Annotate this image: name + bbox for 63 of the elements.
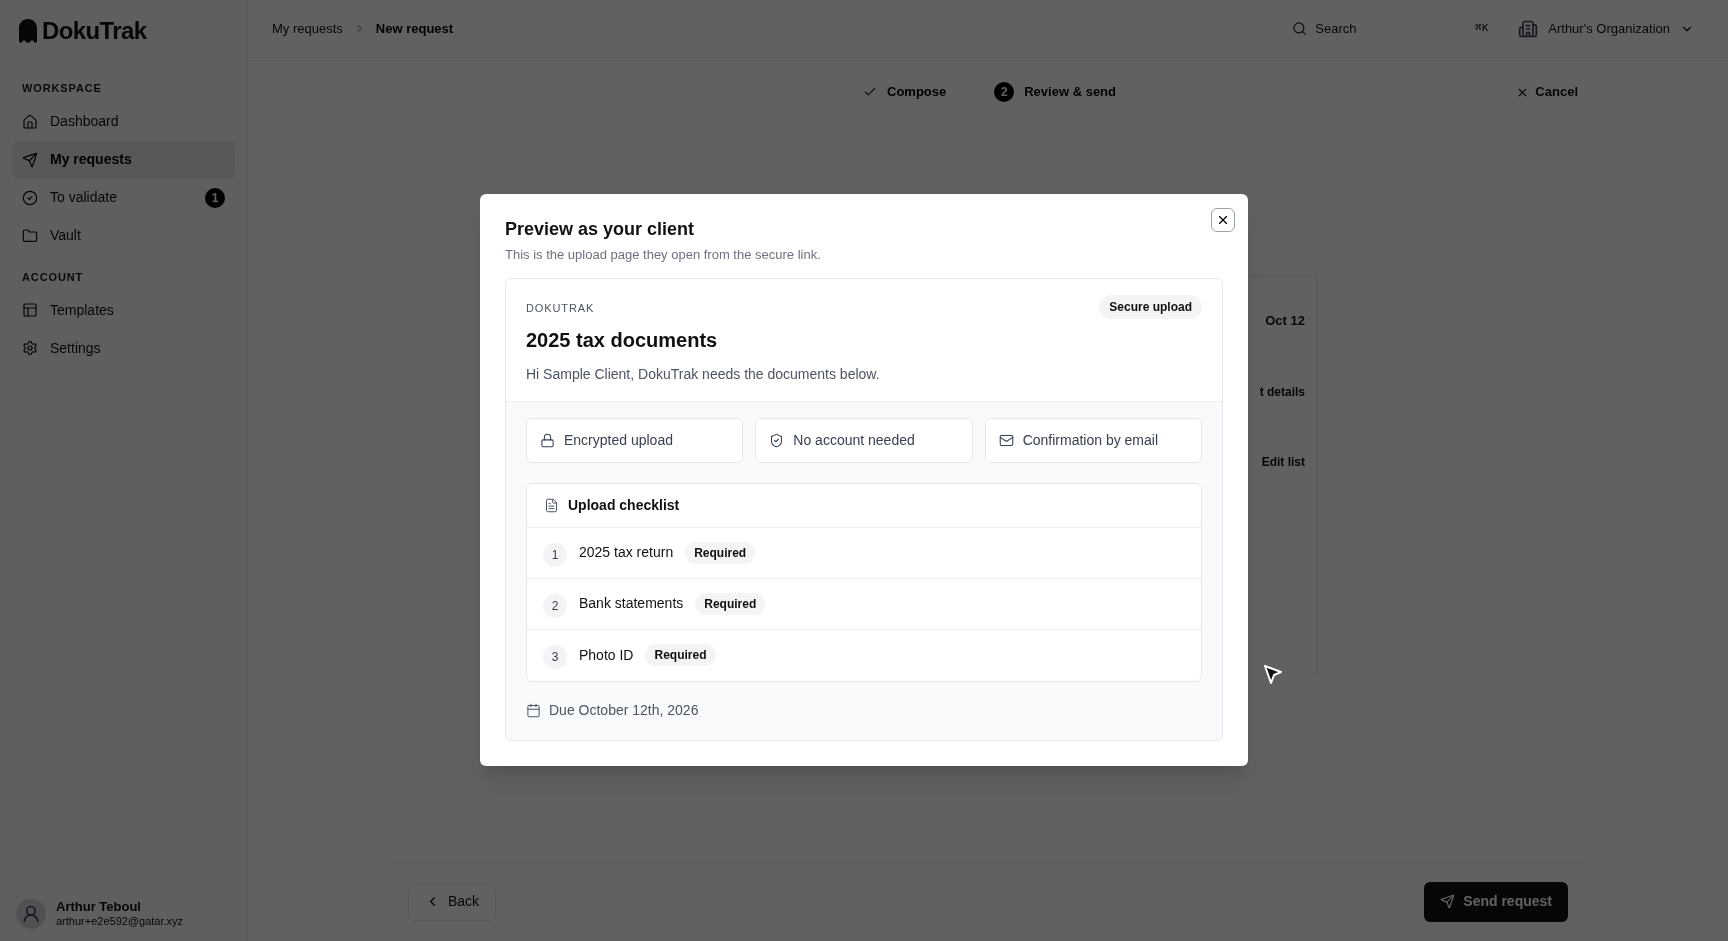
logo-icon xyxy=(18,18,38,44)
nav-item[interactable]: Settings xyxy=(12,329,235,367)
dialog-subtitle: This is the upload page they open from the secure link. xyxy=(505,246,822,264)
send-icon xyxy=(22,151,38,168)
logo-text: DokuTrak xyxy=(42,16,147,46)
document-name: 2025 tax return xyxy=(579,543,674,562)
folder-icon xyxy=(22,227,38,244)
checklist-title: Upload checklist xyxy=(568,495,680,515)
shield-icon xyxy=(769,432,785,448)
organization-switcher[interactable]: Arthur's Organization xyxy=(1518,18,1704,39)
cursor-icon xyxy=(1262,663,1284,687)
item-number: 3 xyxy=(543,645,567,669)
nav-item[interactable]: My requests xyxy=(12,140,235,179)
step-label[interactable]: Review & send xyxy=(1024,82,1116,102)
nav-item[interactable]: To validate 1 xyxy=(12,178,235,217)
card-text: Oct 12 xyxy=(1265,312,1305,330)
section-heading: ACCOUNT xyxy=(21,269,85,285)
step-number: 2 xyxy=(994,82,1015,102)
calendar-icon xyxy=(526,702,541,718)
user-email: arthur+e2e592@gatar.xyz xyxy=(56,915,184,929)
check-circle-icon xyxy=(22,189,38,206)
item-number: 2 xyxy=(543,593,567,618)
breadcrumb-link[interactable]: My requests xyxy=(272,18,343,39)
count-badge: 1 xyxy=(205,187,225,208)
item-number: 1 xyxy=(543,542,567,567)
document-icon xyxy=(544,497,559,513)
close-icon xyxy=(1216,213,1230,227)
required-tag: Required xyxy=(695,592,766,615)
search-field[interactable]: Search xyxy=(1315,18,1468,39)
brand-label: DOKUTRAK xyxy=(526,300,595,316)
feature-label: Encrypted upload xyxy=(564,430,673,450)
gear-icon xyxy=(22,340,38,356)
back-button[interactable]: Back xyxy=(408,882,497,921)
cancel-button[interactable]: Cancel xyxy=(1516,82,1578,102)
close-button[interactable] xyxy=(1211,208,1235,232)
document-name: Bank statements xyxy=(579,594,684,613)
home-icon xyxy=(22,113,38,130)
user-name: Arthur Teboul xyxy=(56,899,142,916)
template-icon xyxy=(22,302,38,318)
card-text[interactable]: Edit list xyxy=(1261,452,1305,471)
document-name: Photo ID xyxy=(579,645,634,665)
lock-icon xyxy=(540,432,555,448)
required-tag: Required xyxy=(685,541,756,564)
send-icon xyxy=(1440,894,1456,909)
nav-item[interactable]: Templates xyxy=(12,291,235,329)
step-label[interactable]: Compose xyxy=(887,82,947,102)
card-text[interactable]: t details xyxy=(1259,382,1305,401)
feature-label: No account needed xyxy=(793,430,915,450)
greeting-text: Hi Sample Client, DokuTrak needs the documents below. xyxy=(526,364,881,384)
shortcut-hint: ⌘K xyxy=(1475,21,1489,37)
mail-icon xyxy=(998,432,1014,448)
request-title: 2025 tax documents xyxy=(526,327,719,353)
due-date: Due October 12th, 2026 xyxy=(549,700,699,720)
feature-label: Confirmation by email xyxy=(1022,430,1159,450)
search-icon xyxy=(1292,21,1308,36)
organization-icon xyxy=(1518,18,1539,39)
dialog-title: Preview as your client xyxy=(505,218,696,241)
section-heading: WORKSPACE xyxy=(21,81,103,96)
nav-item[interactable]: Vault xyxy=(12,216,235,255)
nav-item[interactable]: Dashboard xyxy=(12,102,235,141)
secure-badge: Secure upload xyxy=(1099,294,1202,319)
required-tag: Required xyxy=(645,644,716,666)
send-request-button[interactable]: Send request xyxy=(1424,881,1568,922)
